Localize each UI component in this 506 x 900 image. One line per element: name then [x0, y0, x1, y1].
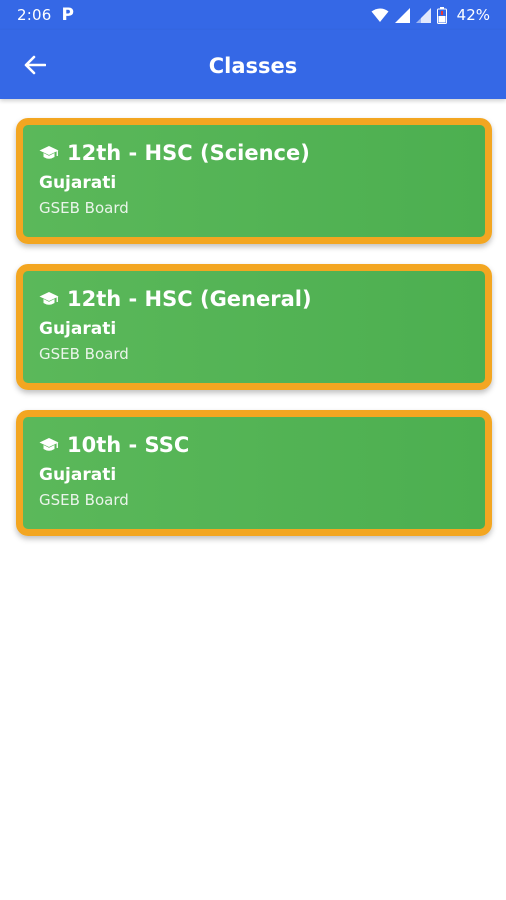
wifi-icon	[371, 8, 389, 22]
app-notification-icon: P	[61, 5, 74, 25]
graduation-cap-icon	[39, 438, 59, 451]
signal-icon	[415, 7, 431, 23]
class-language: Gujarati	[39, 465, 117, 485]
class-language: Gujarati	[39, 173, 117, 193]
signal-icon	[394, 7, 410, 23]
class-title: 12th - HSC (General)	[67, 287, 312, 311]
class-card-ssc[interactable]: 10th - SSC Gujarati GSEB Board	[16, 410, 492, 536]
app-bar: Classes	[0, 30, 506, 99]
battery-percentage: 42%	[456, 6, 490, 24]
page-title: Classes	[208, 54, 298, 78]
graduation-cap-icon	[39, 146, 59, 159]
class-board: GSEB Board	[39, 345, 129, 363]
class-language: Gujarati	[39, 319, 117, 339]
class-board: GSEB Board	[39, 199, 129, 217]
class-card-hsc-general[interactable]: 12th - HSC (General) Gujarati GSEB Board	[16, 264, 492, 390]
class-title: 12th - HSC (Science)	[67, 141, 310, 165]
class-title: 10th - SSC	[67, 433, 190, 457]
graduation-cap-icon	[39, 292, 59, 305]
status-time: 2:06	[17, 6, 52, 24]
status-bar: 2:06 P 42%	[0, 0, 506, 30]
class-card-hsc-science[interactable]: 12th - HSC (Science) Gujarati GSEB Board	[16, 118, 492, 244]
class-board: GSEB Board	[39, 491, 129, 509]
class-list: 12th - HSC (Science) Gujarati GSEB Board…	[16, 118, 492, 556]
battery-icon	[436, 6, 447, 24]
